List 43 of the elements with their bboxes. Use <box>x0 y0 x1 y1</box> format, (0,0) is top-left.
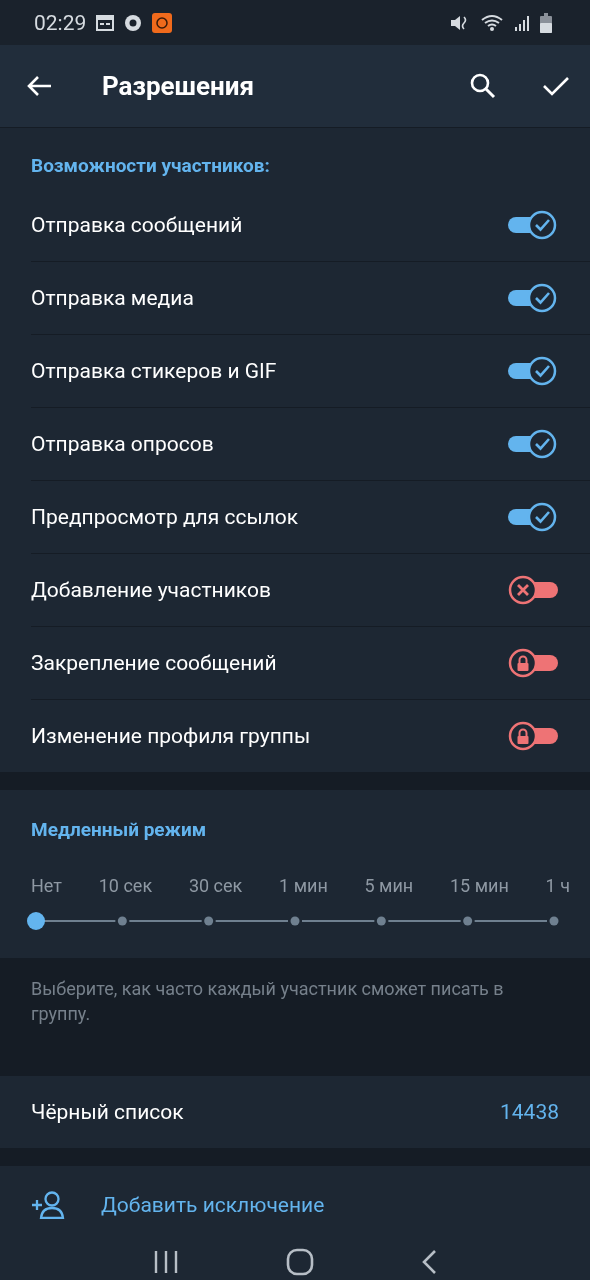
permission-label: Закрепление сообщений <box>31 651 278 675</box>
section-header: Медленный режим <box>30 818 208 841</box>
checkmark-icon[interactable] <box>542 75 570 97</box>
recents-icon[interactable] <box>153 1249 180 1274</box>
permission-label: Отправка медиа <box>31 286 195 310</box>
slider-step-label[interactable]: 10 сек <box>98 875 153 896</box>
permission-label: Изменение профиля группы <box>31 724 312 748</box>
permission-label: Отправка стикеров и GIF <box>31 359 278 383</box>
permission-label: Предпросмотр для ссылок <box>31 505 300 529</box>
toggle-switch[interactable] <box>507 282 559 314</box>
slider-step-label[interactable]: Нет <box>31 875 62 896</box>
toggle-switch[interactable] <box>507 647 559 679</box>
slider-step-label[interactable]: 1 ч <box>545 875 570 896</box>
hint-text: Выберите, как часто каждый участник сможет писать в группу. <box>0 958 590 1050</box>
app-icon <box>152 12 173 33</box>
toggle-switch[interactable] <box>507 574 559 606</box>
toggle-switch[interactable] <box>507 355 559 387</box>
toggle-switch[interactable] <box>507 428 559 460</box>
wifi-icon <box>480 13 504 32</box>
screen-title: Разрешения <box>102 71 256 101</box>
add-exception-link[interactable]: Добавить исключение <box>101 1192 325 1217</box>
slider-step-label[interactable]: 1 мин <box>279 875 328 896</box>
toggle-switch[interactable] <box>507 209 559 241</box>
permission-label: Добавление участников <box>31 578 272 602</box>
status-time: 02:29 <box>34 10 87 35</box>
home-icon[interactable] <box>286 1247 314 1276</box>
calendar-icon <box>96 14 115 31</box>
slider-step-label[interactable]: 30 сек <box>188 875 243 896</box>
signal-icon <box>514 13 530 32</box>
blacklist-count: 14438 <box>500 1100 559 1124</box>
back-arrow-icon[interactable] <box>26 75 52 97</box>
battery-icon <box>540 12 552 33</box>
back-icon[interactable] <box>420 1248 437 1275</box>
add-user-icon <box>31 1190 67 1219</box>
permission-label: Отправка сообщений <box>31 213 244 237</box>
blacklist-label[interactable]: Чёрный список <box>31 1100 500 1124</box>
slider-step-label[interactable]: 5 мин <box>364 875 414 896</box>
section-header: Возможности участников: <box>30 153 271 179</box>
toggle-switch[interactable] <box>507 501 559 533</box>
slider-step-label[interactable]: 15 мин <box>450 875 509 896</box>
toggle-switch[interactable] <box>507 720 559 752</box>
search-icon[interactable] <box>470 73 496 99</box>
permission-label: Отправка опросов <box>31 432 215 456</box>
